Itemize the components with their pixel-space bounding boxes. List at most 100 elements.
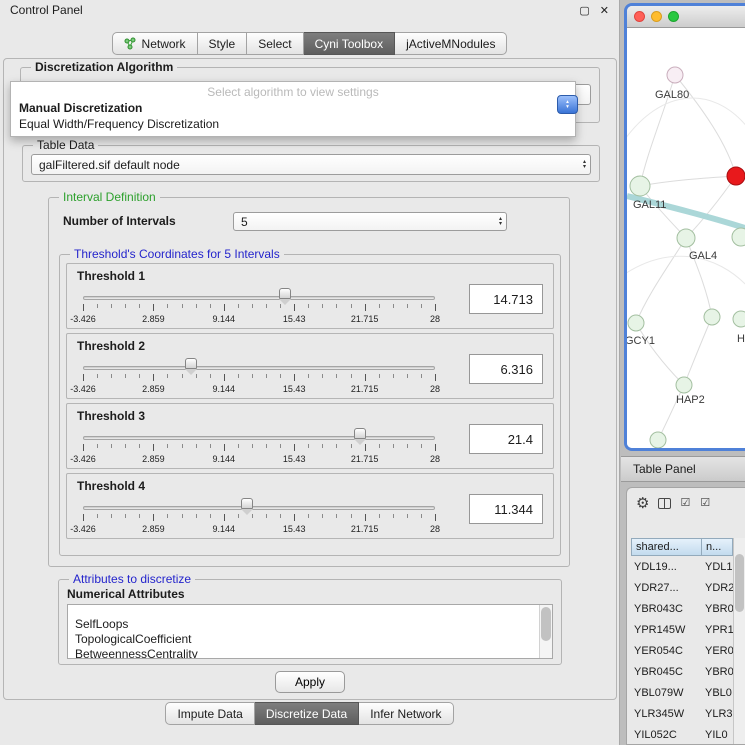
tab-infer-network[interactable]: Infer Network	[359, 702, 453, 725]
table-data-combobox[interactable]: galFiltered.sif default node ▴▾	[31, 154, 591, 175]
table-cell: YIL0	[702, 729, 733, 741]
network-node[interactable]	[727, 167, 745, 185]
network-node[interactable]	[732, 228, 745, 246]
scrollbar[interactable]	[539, 605, 552, 658]
slider-thumb[interactable]	[279, 288, 291, 299]
network-canvas[interactable]: GAL80GAL11GAL4GCY1HAP2H	[627, 28, 742, 448]
gear-icon[interactable]: ⚙	[636, 496, 649, 511]
thresholds-list: Threshold 1 -3.4262.8599.14415.4321.7152…	[60, 263, 560, 543]
tab-style[interactable]: Style	[198, 32, 248, 55]
scrollbar-thumb[interactable]	[735, 554, 744, 612]
tab-impute-data[interactable]: Impute Data	[165, 702, 254, 725]
attribute-item[interactable]: TopologicalCoefficient	[75, 632, 552, 647]
close-traffic-light[interactable]	[634, 11, 645, 22]
threshold-box: Threshold 4 -3.4262.8599.14415.4321.7152…	[66, 473, 554, 539]
slider-track[interactable]	[83, 296, 435, 300]
table-cell: YDR2	[702, 582, 733, 594]
node-label: H	[737, 333, 745, 345]
scrollbar-thumb[interactable]	[541, 607, 551, 641]
network-edge[interactable]	[636, 323, 684, 385]
network-node[interactable]	[676, 377, 692, 393]
network-node[interactable]	[630, 176, 650, 196]
minimize-traffic-light[interactable]	[651, 11, 662, 22]
tab-label: Cyni Toolbox	[315, 37, 383, 51]
table-row[interactable]: YLR345WYLR3	[631, 703, 733, 724]
slider-thumb[interactable]	[354, 428, 366, 439]
tab-label: jActiveMNodules	[406, 37, 495, 51]
network-edge[interactable]	[636, 238, 686, 323]
attribute-item[interactable]: SelfLoops	[75, 617, 552, 632]
tab-label: Discretize Data	[266, 707, 347, 721]
zoom-traffic-light[interactable]	[668, 11, 679, 22]
network-edge[interactable]	[640, 176, 736, 186]
table-cell: YBL079W	[631, 687, 702, 699]
column-header[interactable]: shared...	[631, 538, 702, 556]
tab-label: Select	[258, 37, 291, 51]
network-node[interactable]	[667, 67, 683, 83]
threshold-slider[interactable]: -3.4262.8599.14415.4321.71528	[83, 360, 435, 396]
threshold-value-field[interactable]: 11.344	[469, 494, 543, 524]
table-row[interactable]: YIL052CYIL0	[631, 724, 733, 744]
threshold-slider[interactable]: -3.4262.8599.14415.4321.71528	[83, 290, 435, 326]
group-title: Threshold's Coordinates for 5 Intervals	[70, 247, 284, 261]
table-row[interactable]: YBR045CYBR0	[631, 661, 733, 682]
dropdown-option-manual[interactable]: Manual Discretization	[11, 100, 575, 116]
attributes-listbox[interactable]: SelfLoopsTopologicalCoefficientBetweenne…	[67, 604, 553, 659]
table-cell: YBR0	[702, 603, 733, 615]
table-row[interactable]: YBR043CYBR0	[631, 598, 733, 619]
slider-ticks	[83, 514, 435, 522]
slider-tick-labels: -3.4262.8599.14415.4321.71528	[83, 384, 435, 394]
network-window-titlebar[interactable]	[627, 6, 745, 28]
group-title: Attributes to discretize	[69, 572, 195, 586]
network-node[interactable]	[704, 309, 720, 325]
network-node[interactable]	[650, 432, 666, 448]
network-edge[interactable]	[686, 176, 736, 238]
slider-track[interactable]	[83, 436, 435, 440]
attribute-item[interactable]: BetweennessCentrality	[75, 647, 552, 659]
select-all-checkbox-icon[interactable]: ☑	[680, 498, 691, 509]
table-row[interactable]: YBL079WYBL0	[631, 682, 733, 703]
slider-track[interactable]	[83, 506, 435, 510]
table-row[interactable]: YER054CYER0	[631, 640, 733, 661]
algorithm-dropdown-popup: Select algorithm to view settings Manual…	[10, 81, 576, 137]
tab-jactivemnodules[interactable]: jActiveMNodules	[395, 32, 507, 55]
tab-cyni-toolbox[interactable]: Cyni Toolbox	[304, 32, 395, 55]
float-icon[interactable]: ▢	[579, 4, 589, 17]
threshold-value-field[interactable]: 14.713	[469, 284, 543, 314]
columns-icon[interactable]	[658, 498, 671, 509]
combobox-value: 5	[241, 215, 248, 229]
network-edge[interactable]	[624, 98, 745, 148]
network-node[interactable]	[628, 315, 644, 331]
threshold-slider[interactable]: -3.4262.8599.14415.4321.71528	[83, 500, 435, 536]
cyni-bottom-tabs: Impute Data Discretize Data Infer Networ…	[0, 702, 619, 725]
threshold-label: Threshold 2	[77, 339, 145, 353]
table-row[interactable]: YDR27...YDR2	[631, 577, 733, 598]
threshold-slider[interactable]: -3.4262.8599.14415.4321.71528	[83, 430, 435, 466]
threshold-value-field[interactable]: 21.4	[469, 424, 543, 454]
slider-thumb[interactable]	[185, 358, 197, 369]
show-columns-checkbox-icon[interactable]: ☑	[700, 498, 711, 509]
network-node[interactable]	[677, 229, 695, 247]
tab-discretize-data[interactable]: Discretize Data	[255, 702, 359, 725]
slider-track[interactable]	[83, 366, 435, 370]
apply-button[interactable]: Apply	[275, 671, 345, 693]
table-row[interactable]: YDL19...YDL1	[631, 556, 733, 577]
dropdown-option-equal-width[interactable]: Equal Width/Frequency Discretization	[11, 116, 575, 132]
tab-network[interactable]: Network	[112, 32, 198, 55]
slider-thumb[interactable]	[241, 498, 253, 509]
network-edge[interactable]	[624, 256, 745, 288]
slider-ticks	[83, 444, 435, 452]
tab-select[interactable]: Select	[247, 32, 303, 55]
network-node[interactable]	[733, 311, 745, 327]
number-of-intervals-combobox[interactable]: 5 ▴▾	[233, 212, 507, 231]
column-header[interactable]: n...	[702, 538, 733, 556]
combobox-value: galFiltered.sif default node	[39, 158, 180, 172]
table-row[interactable]: YPR145WYPR1	[631, 619, 733, 640]
scrollbar[interactable]	[733, 538, 745, 744]
threshold-value-field[interactable]: 6.316	[469, 354, 543, 384]
table-cell: YLR3	[702, 708, 733, 720]
network-view-window: GAL80GAL11GAL4GCY1HAP2H	[624, 3, 745, 451]
close-icon[interactable]: ✕	[600, 4, 609, 17]
combobox-arrow-button[interactable]: ▴ ▾	[557, 95, 578, 114]
network-edge[interactable]	[684, 317, 712, 385]
